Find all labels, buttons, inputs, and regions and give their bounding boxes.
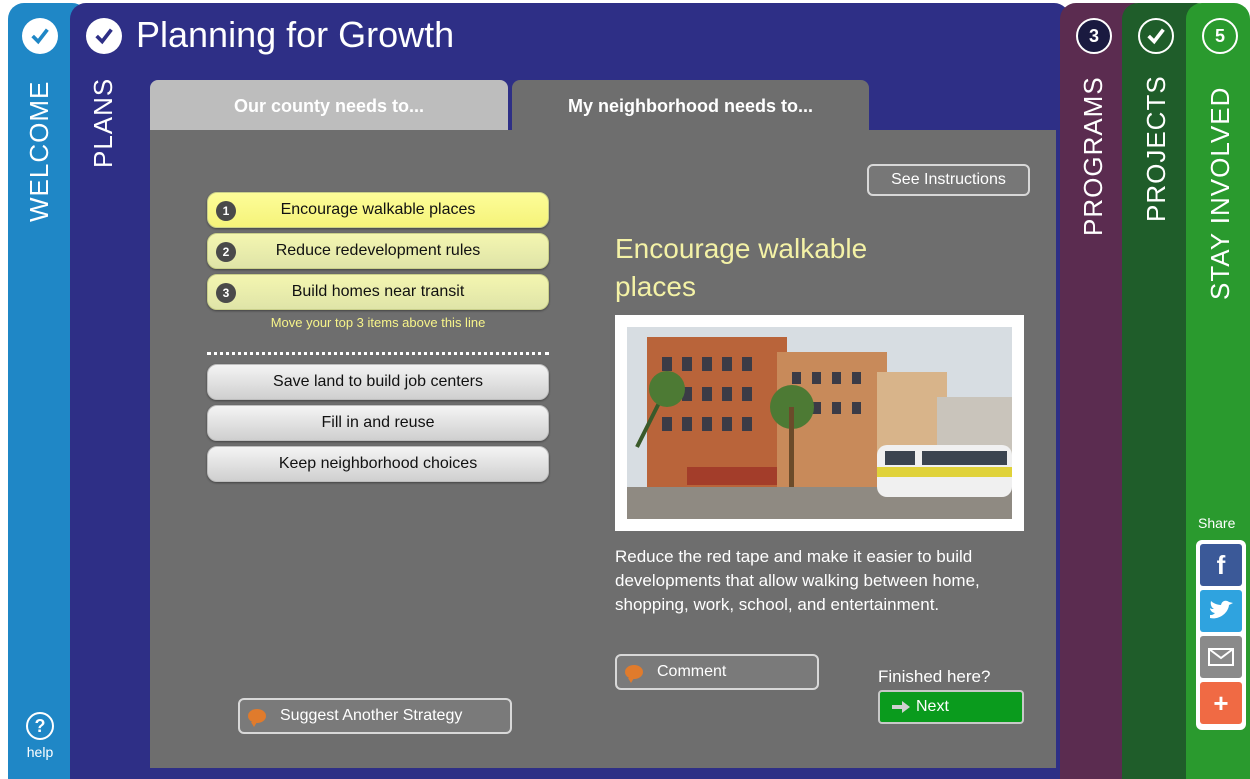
arrow-right-icon bbox=[892, 701, 910, 713]
projects-check-icon bbox=[1138, 18, 1174, 54]
plans-label: PLANS bbox=[88, 77, 118, 168]
next-label: Next bbox=[916, 698, 949, 715]
programs-number-badge: 3 bbox=[1076, 18, 1112, 54]
next-button[interactable]: Next bbox=[878, 690, 1024, 724]
tab-county[interactable]: Our county needs to... bbox=[150, 80, 508, 132]
comment-bubble-icon bbox=[248, 709, 266, 727]
welcome-label[interactable]: WELCOME bbox=[24, 81, 55, 222]
email-icon[interactable] bbox=[1200, 636, 1242, 678]
rank-badge: 2 bbox=[216, 242, 236, 262]
plans-check-icon bbox=[86, 18, 122, 54]
strategy-item[interactable]: Fill in and reuse bbox=[207, 405, 549, 441]
tab-neighborhood[interactable]: My neighborhood needs to... bbox=[512, 80, 869, 132]
twitter-icon[interactable] bbox=[1200, 590, 1242, 632]
strategy-item[interactable]: Keep neighborhood choices bbox=[207, 446, 549, 482]
facebook-icon[interactable]: f bbox=[1200, 544, 1242, 586]
ranked-item-2[interactable]: 2 Reduce redevelopment rules bbox=[207, 233, 549, 269]
detail-description: Reduce the red tape and make it easier t… bbox=[615, 547, 980, 614]
finished-label: Finished here? bbox=[878, 667, 991, 686]
stay-involved-number: 5 bbox=[1214, 25, 1225, 46]
comment-bubble-icon bbox=[625, 665, 643, 683]
projects-label[interactable]: PROJECTS bbox=[1141, 75, 1172, 222]
see-instructions-button[interactable]: See Instructions bbox=[867, 164, 1030, 196]
suggest-strategy-label: Suggest Another Strategy bbox=[280, 707, 463, 724]
help-icon: ? bbox=[26, 712, 54, 740]
stay-involved-number-badge: 5 bbox=[1202, 18, 1238, 54]
ranking-divider bbox=[207, 352, 549, 355]
share-panel: f + bbox=[1196, 540, 1246, 730]
rank-badge: 3 bbox=[216, 283, 236, 303]
strategy-photo bbox=[615, 315, 1024, 531]
comment-button[interactable]: Comment bbox=[615, 654, 819, 690]
item-label: Build homes near transit bbox=[291, 283, 465, 300]
plus-icon[interactable]: + bbox=[1200, 682, 1242, 724]
share-label: Share bbox=[1198, 515, 1236, 531]
suggest-strategy-button[interactable]: Suggest Another Strategy bbox=[238, 698, 512, 734]
programs-number: 3 bbox=[1088, 25, 1099, 46]
stay-involved-label[interactable]: STAY INVOLVED bbox=[1205, 87, 1236, 300]
item-label: Reduce redevelopment rules bbox=[275, 242, 481, 259]
rank-badge: 1 bbox=[216, 201, 236, 221]
help-label: help bbox=[26, 744, 54, 760]
street-scene-image bbox=[627, 327, 1012, 519]
ranked-item-3[interactable]: 3 Build homes near transit bbox=[207, 274, 549, 310]
strategy-item[interactable]: Save land to build job centers bbox=[207, 364, 549, 400]
comment-label: Comment bbox=[657, 663, 727, 680]
app-title: Planning for Growth bbox=[136, 14, 455, 55]
ranked-item-1[interactable]: 1 Encourage walkable places bbox=[207, 192, 549, 228]
programs-label[interactable]: PROGRAMS bbox=[1078, 76, 1109, 236]
welcome-check-icon bbox=[22, 18, 58, 54]
ranking-hint: Move your top 3 items above this line bbox=[270, 315, 486, 330]
detail-title: Encourage walkable places bbox=[615, 233, 868, 302]
item-label: Encourage walkable places bbox=[280, 201, 476, 218]
help-button[interactable]: ? help bbox=[22, 712, 58, 760]
